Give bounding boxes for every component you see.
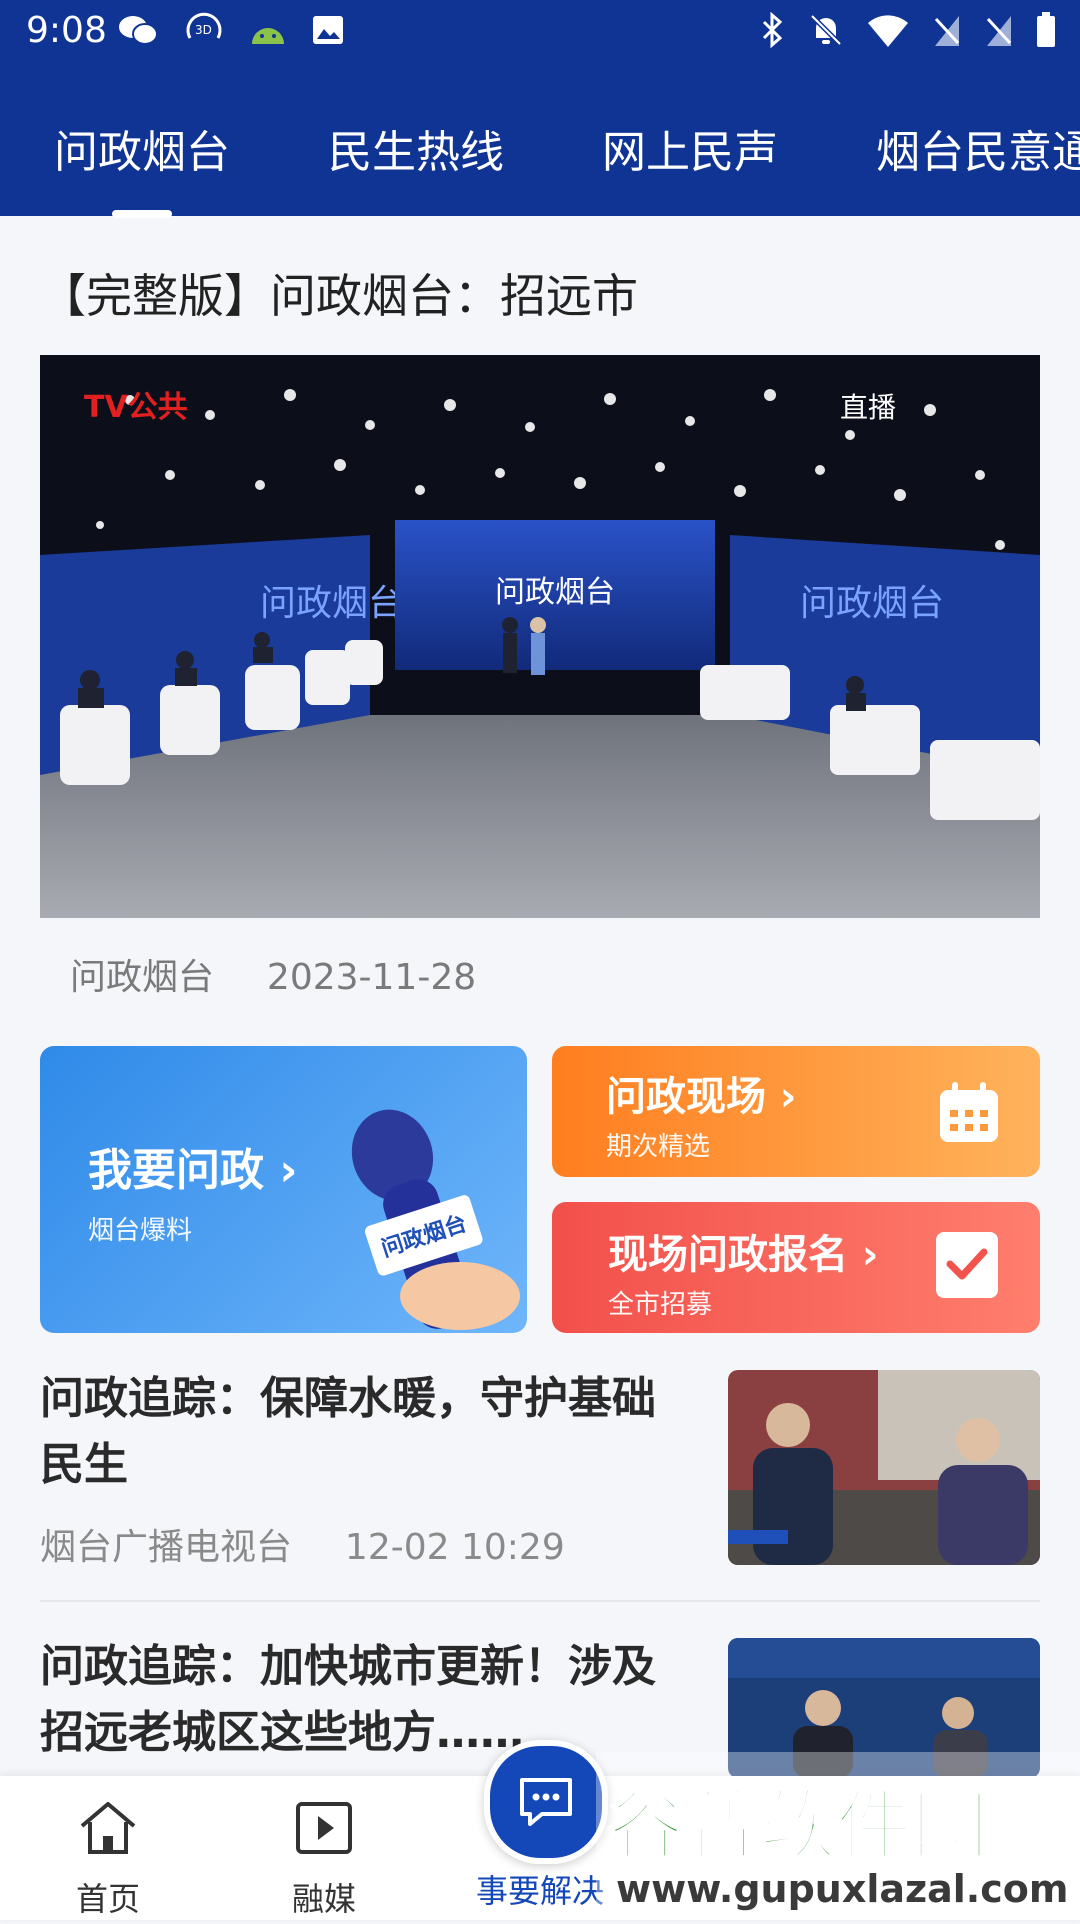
bell-off-icon xyxy=(808,12,844,48)
no-sim-icon xyxy=(984,13,1014,47)
checklist-icon xyxy=(936,1232,998,1298)
tab-wenzheng-yantai[interactable]: 问政烟台 xyxy=(54,116,230,180)
home-icon xyxy=(80,1802,136,1854)
list-divider xyxy=(40,1600,1040,1602)
news-item-title[interactable]: 问政追踪：保障水暖，守护基础民生 xyxy=(40,1366,680,1498)
featured-video[interactable]: 问政烟台 问政烟台 问政烟台 TV公共 直播 xyxy=(40,355,1040,918)
nav-media-label: 融媒 xyxy=(291,1880,356,1918)
scene-card[interactable]: 问政现场 › 期次精选 xyxy=(552,1046,1040,1177)
status-bar: 9:08 3D xyxy=(0,0,1080,64)
watermark-brand: 谷普软件园 xyxy=(608,1781,988,1870)
3d-icon: 3D xyxy=(184,12,224,48)
nav-media[interactable]: 融媒 xyxy=(244,1798,404,1920)
status-time: 9:08 xyxy=(26,10,107,51)
chat-icon xyxy=(520,1778,572,1826)
play-icon xyxy=(296,1802,352,1854)
featured-meta: 问政烟台 2023-11-28 xyxy=(70,948,476,1000)
scene-card-title: 问政现场 › xyxy=(606,1074,797,1120)
news-item-meta: 烟台广播电视台 12-02 10:29 xyxy=(40,1518,565,1570)
featured-source: 问政烟台 xyxy=(70,957,215,998)
nav-home[interactable]: 首页 xyxy=(28,1798,188,1920)
solve-fab-button[interactable] xyxy=(484,1740,608,1864)
featured-date: 2023-11-28 xyxy=(266,957,477,998)
channel-logo: TV公共 xyxy=(84,390,188,425)
signup-card-title: 现场问政报名 › xyxy=(608,1232,879,1278)
ask-card-title: 我要问政 › xyxy=(88,1145,298,1196)
wifi-icon xyxy=(866,13,910,47)
ask-question-card[interactable]: 我要问政 › 烟台爆料 问政烟台 xyxy=(40,1046,527,1333)
nav-home-label: 首页 xyxy=(75,1880,140,1918)
battery-icon xyxy=(1036,12,1056,48)
calendar-icon xyxy=(940,1082,998,1142)
tab-minsheng-hotline[interactable]: 民生热线 xyxy=(328,116,504,180)
tab-bar: 问政烟台 民生热线 网上民声 烟台民意通 xyxy=(0,100,1080,216)
scene-card-subtitle: 期次精选 xyxy=(606,1132,711,1162)
wall-text-left: 问政烟台 xyxy=(260,583,404,624)
signup-card-subtitle: 全市招募 xyxy=(608,1290,713,1320)
no-sim-icon xyxy=(932,13,962,47)
signup-card[interactable]: 现场问政报名 › 全市招募 xyxy=(552,1202,1040,1333)
microphone-icon: 问政烟台 xyxy=(351,1109,520,1330)
ask-card-subtitle: 烟台爆料 xyxy=(88,1216,193,1246)
news-time: 12-02 10:29 xyxy=(344,1527,565,1568)
tab-online-voice[interactable]: 网上民声 xyxy=(602,116,778,180)
stage-screen-text: 问政烟台 xyxy=(495,575,615,610)
tab-yantai-minyitong[interactable]: 烟台民意通 xyxy=(876,116,1080,180)
android-icon xyxy=(250,14,286,46)
wechat-icon xyxy=(118,13,158,47)
live-label: 直播 xyxy=(840,391,896,424)
wall-text-right: 问政烟台 xyxy=(800,583,944,624)
news-thumbnail[interactable] xyxy=(728,1370,1040,1565)
bluetooth-icon xyxy=(760,12,786,48)
svg-text:3D: 3D xyxy=(195,23,212,37)
watermark: 谷普软件园 www.gupuxlazal.com xyxy=(596,1752,1080,1920)
top-header: 9:08 3D 问政烟台 民生热线 网上民声 烟台民意通 xyxy=(0,0,1080,216)
image-icon xyxy=(312,15,344,45)
news-item-title[interactable]: 问政追踪：加快城市更新！涉及招远老城区这些地方…… xyxy=(40,1634,680,1766)
featured-title[interactable]: 【完整版】问政烟台：招远市 xyxy=(40,260,638,326)
watermark-url: www.gupuxlazal.com xyxy=(616,1867,1068,1911)
news-source: 烟台广播电视台 xyxy=(40,1527,293,1568)
